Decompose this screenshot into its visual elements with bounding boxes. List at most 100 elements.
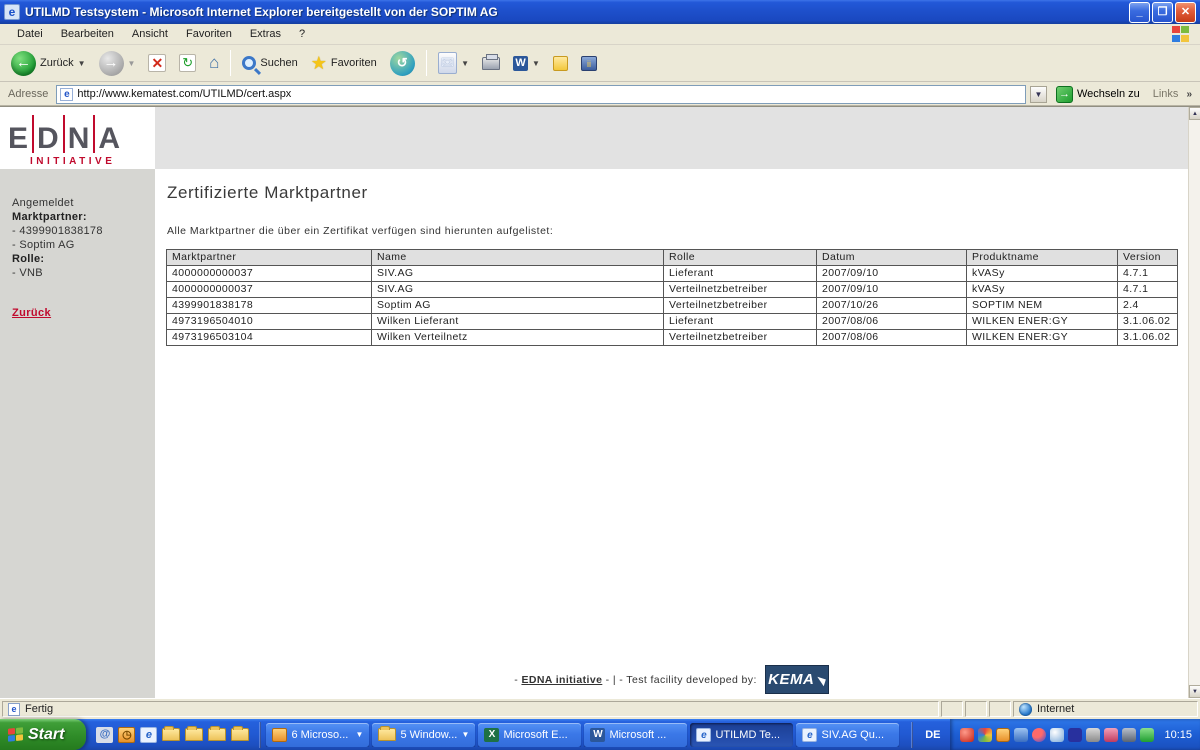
cell: 4000000000037 (167, 266, 372, 282)
display-tray-icon[interactable] (1122, 728, 1136, 742)
agent-tray-icon[interactable] (1140, 728, 1154, 742)
footer-text: - EDNA initiative - | - Test facility de… (514, 674, 757, 686)
taskbar-divider (259, 722, 261, 748)
refresh-button[interactable]: ↻ (174, 51, 201, 75)
menu-datei[interactable]: Datei (8, 25, 52, 43)
scroll-up-arrow[interactable]: ▲ (1189, 107, 1200, 120)
word-edit-icon: W (513, 56, 528, 71)
security-shield-tray-icon[interactable] (960, 728, 974, 742)
mouse-settings-tray-icon[interactable] (1014, 728, 1028, 742)
toolbar-separator (230, 50, 231, 76)
stop-button[interactable]: ✕ (143, 51, 171, 75)
audio-tray-icon[interactable] (1104, 728, 1118, 742)
page-subtitle: Alle Marktpartner die über ein Zertifika… (167, 225, 1188, 237)
marktpartner-name: - Soptim AG (12, 239, 155, 251)
forward-dropdown-icon[interactable]: ▼ (128, 59, 136, 68)
edit-button[interactable]: W ▼ (508, 53, 545, 74)
go-arrow-icon: → (1056, 86, 1073, 103)
network-tray-icon[interactable] (1050, 728, 1064, 742)
windows-logo-icon (1172, 26, 1192, 42)
discuss-button[interactable] (548, 53, 573, 74)
address-field[interactable]: e (56, 85, 1026, 104)
minimize-button[interactable]: _ (1129, 2, 1150, 23)
chevron-down-icon[interactable]: ▼ (462, 730, 470, 739)
language-indicator[interactable]: DE (915, 729, 950, 741)
go-button[interactable]: → Wechseln zu (1051, 84, 1145, 105)
status-pane-empty (941, 701, 963, 717)
links-label[interactable]: Links (1149, 88, 1183, 100)
taskbar-button-excel[interactable]: X Microsoft E... (478, 723, 581, 747)
taskbar-clock[interactable]: 10:15 (1158, 729, 1192, 741)
home-icon: ⌂ (209, 55, 219, 71)
cell: 4.7.1 (1118, 266, 1178, 282)
taskbar-button-utilmd[interactable]: e UTILMD Te... (690, 723, 793, 747)
clock-app-icon[interactable]: ◷ (118, 727, 135, 743)
menu-extras[interactable]: Extras (241, 25, 290, 43)
home-button[interactable]: ⌂ (204, 52, 224, 74)
history-button[interactable]: ↺ (385, 48, 420, 79)
taskbar-divider (911, 722, 913, 748)
cell: SIV.AG (372, 282, 664, 298)
url-input[interactable] (77, 88, 1022, 100)
ie-app-icon: e (4, 4, 20, 20)
taskbar-button-sivag[interactable]: e SIV.AG Qu... (796, 723, 899, 747)
favorites-button[interactable]: ★ Favoriten (306, 50, 382, 77)
menu-favoriten[interactable]: Favoriten (177, 25, 241, 43)
task-button-label: UTILMD Te... (715, 729, 787, 741)
outlook-quicklaunch-icon[interactable]: @ (96, 727, 113, 743)
start-button[interactable]: Start (0, 719, 86, 750)
mail-dropdown-icon[interactable]: ▼ (461, 59, 469, 68)
cell: kVASy (967, 266, 1118, 282)
taskbar-group-windows[interactable]: 5 Window... ▼ (372, 723, 475, 747)
messenger-button[interactable]: ii (576, 53, 602, 74)
window-titlebar[interactable]: e UTILMD Testsystem - Microsoft Internet… (0, 0, 1200, 24)
page-footer: - EDNA initiative - | - Test facility de… (155, 665, 1188, 694)
ball-tray-icon[interactable] (1032, 728, 1046, 742)
back-dropdown-icon[interactable]: ▼ (78, 59, 86, 68)
folder-icon[interactable] (162, 728, 180, 741)
app-tray-icon[interactable] (1068, 728, 1082, 742)
folder-icon[interactable] (231, 728, 249, 741)
edna-letter: D (37, 124, 60, 154)
taskbar-group-microsoft[interactable]: 6 Microso... ▼ (266, 723, 369, 747)
zurueck-link[interactable]: Zurück (12, 307, 51, 319)
edna-initiative-link[interactable]: EDNA initiative (521, 674, 602, 686)
sidebar: Angemeldet Marktpartner: - 4399901838178… (0, 169, 155, 698)
ie-quicklaunch-icon[interactable]: e (140, 727, 157, 743)
marktpartner-label: Marktpartner: (12, 211, 155, 223)
restore-button[interactable]: ❐ (1152, 2, 1173, 23)
address-dropdown-icon[interactable]: ▼ (1030, 86, 1047, 103)
menu-help[interactable]: ? (290, 25, 314, 43)
updates-tray-icon[interactable] (978, 728, 992, 742)
taskbar-button-word[interactable]: W Microsoft ... (584, 723, 687, 747)
vertical-scrollbar[interactable]: ▲ ▼ (1188, 107, 1200, 698)
folder-icon[interactable] (208, 728, 226, 741)
edna-red-bar (63, 115, 65, 153)
usb-tray-icon[interactable] (1086, 728, 1100, 742)
chevron-down-icon[interactable]: ▼ (356, 730, 364, 739)
cell: 4399901838178 (167, 298, 372, 314)
menu-ansicht[interactable]: Ansicht (123, 25, 177, 43)
forward-button[interactable]: → ▼ (94, 48, 141, 79)
zone-text: Internet (1037, 703, 1074, 715)
cell: 2007/09/10 (817, 282, 967, 298)
address-bar: Adresse e ▼ → Wechseln zu Links » (0, 83, 1200, 106)
close-button[interactable]: ✕ (1175, 2, 1196, 23)
search-button[interactable]: Suchen (237, 53, 302, 73)
favorites-star-icon: ★ (311, 53, 327, 74)
back-button[interactable]: ← Zurück ▼ (6, 48, 91, 79)
col-datum: Datum (817, 250, 967, 266)
print-button[interactable] (477, 54, 505, 73)
folder-icon[interactable] (185, 728, 203, 741)
links-chevron-icon[interactable]: » (1186, 89, 1196, 100)
col-name: Name (372, 250, 664, 266)
menu-bearbeiten[interactable]: Bearbeiten (52, 25, 123, 43)
cell: 3.1.06.02 (1118, 314, 1178, 330)
mail-button[interactable]: ✉ ▼ (433, 49, 474, 77)
clock-tray-icon[interactable] (996, 728, 1010, 742)
kema-logo: KEMA (765, 665, 829, 694)
print-icon (482, 57, 500, 70)
edit-dropdown-icon[interactable]: ▼ (532, 59, 540, 68)
cell: Soptim AG (372, 298, 664, 314)
scroll-down-arrow[interactable]: ▼ (1189, 685, 1200, 698)
